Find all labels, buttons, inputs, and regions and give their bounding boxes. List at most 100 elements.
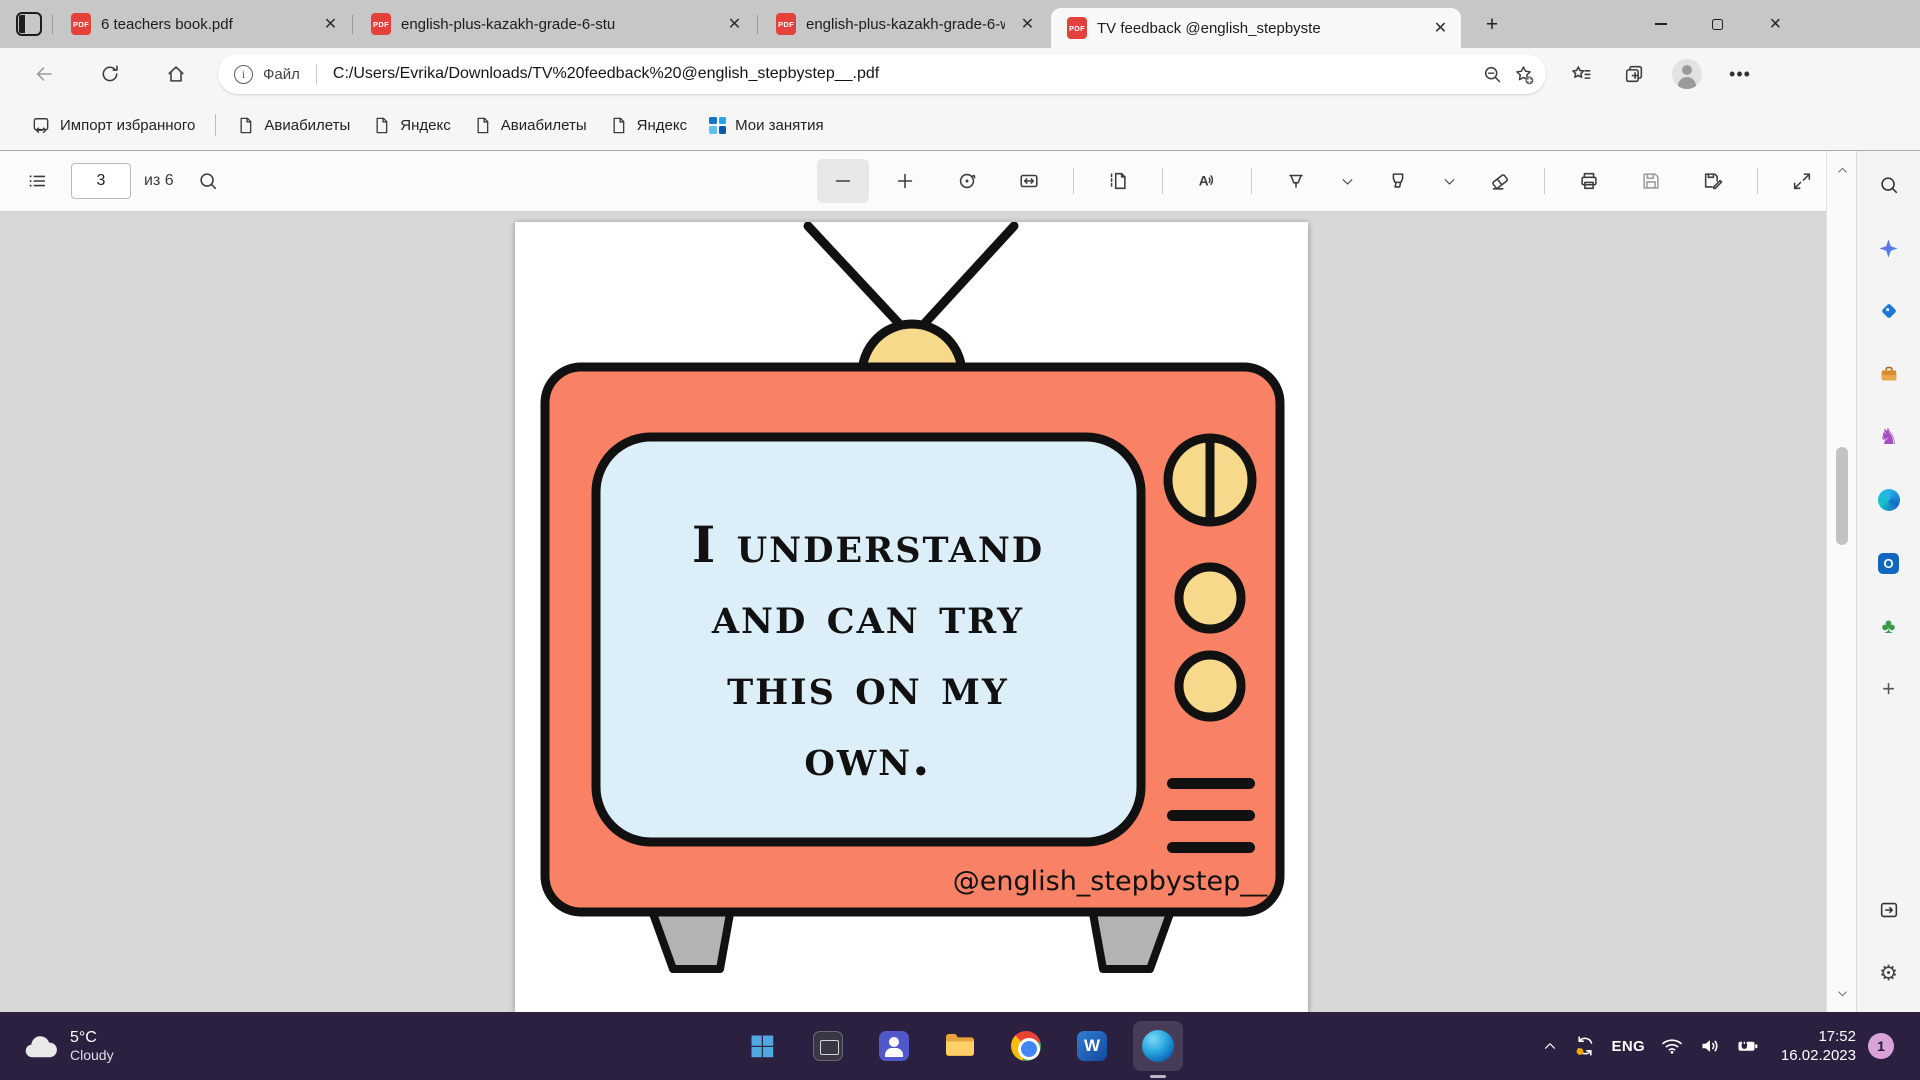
tab-4-active[interactable]: PDF TV feedback @english_stepbyste ✕ xyxy=(1051,8,1461,48)
bookmark-item[interactable]: Авиабилеты xyxy=(462,109,598,142)
tab-close-icon[interactable]: ✕ xyxy=(318,12,343,37)
weather-condition: Cloudy xyxy=(70,1047,114,1064)
taskbar-app-dark-window[interactable] xyxy=(803,1021,853,1071)
sidebar-games-button[interactable]: ♞ xyxy=(1877,425,1901,449)
page-info-icon[interactable]: i xyxy=(234,65,253,84)
tab-1[interactable]: PDF 6 teachers book.pdf ✕ xyxy=(55,0,351,48)
rotate-button[interactable] xyxy=(941,159,993,203)
refresh-button[interactable] xyxy=(88,54,132,94)
sidebar-outlook-button[interactable]: O xyxy=(1877,551,1901,575)
sidebar-tools-button[interactable] xyxy=(1877,488,1901,512)
back-button[interactable] xyxy=(22,54,66,94)
chess-knight-icon: ♞ xyxy=(1879,426,1899,448)
start-button[interactable] xyxy=(737,1021,787,1071)
sidebar-shopping-button[interactable] xyxy=(1877,299,1901,323)
sidebar-add-button[interactable]: + xyxy=(1877,677,1901,701)
profile-button[interactable] xyxy=(1667,54,1707,94)
bookmark-item[interactable]: Яндекс xyxy=(598,109,698,142)
window-close-button[interactable]: × xyxy=(1747,0,1804,48)
toolbar-divider xyxy=(1073,168,1074,194)
table-of-contents-button[interactable] xyxy=(16,159,58,203)
draw-button[interactable] xyxy=(1270,159,1322,203)
pdf-toolbar: 3 из 6 A xyxy=(0,151,1826,212)
url-divider xyxy=(316,64,317,84)
scroll-down-button[interactable] xyxy=(1827,978,1857,1008)
erase-button[interactable] xyxy=(1474,159,1526,203)
widgets-weather-button[interactable]: 5°C Cloudy xyxy=(12,1012,124,1080)
back-arrow-icon xyxy=(33,63,55,85)
add-favorite-icon[interactable] xyxy=(1513,64,1534,85)
sidebar-tree-app-button[interactable]: ♣ xyxy=(1877,614,1901,638)
window-controls: × xyxy=(1632,0,1804,48)
zoom-in-button[interactable] xyxy=(879,159,931,203)
sidebar-panel-button[interactable] xyxy=(1877,898,1901,922)
tab-close-icon[interactable]: ✕ xyxy=(1015,12,1040,37)
window-minimize-button[interactable] xyxy=(1632,0,1689,48)
save-as-button[interactable] xyxy=(1687,159,1739,203)
cloud-icon xyxy=(22,1032,60,1060)
pdf-search-button[interactable] xyxy=(187,159,229,203)
dark-app-icon xyxy=(813,1031,843,1061)
new-tab-button[interactable]: + xyxy=(1478,12,1506,38)
tab-3[interactable]: PDF english-plus-kazakh-grade-6-wo ✕ xyxy=(760,0,1048,48)
tray-show-hidden-button[interactable] xyxy=(1534,1026,1566,1066)
draw-options-button[interactable] xyxy=(1332,159,1362,203)
window-maximize-button[interactable] xyxy=(1689,0,1746,48)
sidebar-settings-button[interactable]: ⚙ xyxy=(1877,961,1901,985)
taskbar-app-chrome[interactable] xyxy=(1001,1021,1051,1071)
battery-button[interactable] xyxy=(1729,1026,1767,1066)
tray-sync-button[interactable] xyxy=(1566,1026,1604,1066)
sidebar-office-button[interactable] xyxy=(1877,362,1901,386)
notification-count-badge[interactable]: 1 xyxy=(1868,1033,1894,1059)
blue-swirl-icon xyxy=(1878,489,1900,511)
save-button[interactable] xyxy=(1625,159,1677,203)
tab-divider xyxy=(52,15,53,34)
wifi-button[interactable] xyxy=(1653,1026,1691,1066)
read-aloud-button[interactable]: A xyxy=(1181,159,1233,203)
toolbar-divider xyxy=(1162,168,1163,194)
tab-close-icon[interactable]: ✕ xyxy=(1428,16,1453,41)
page-icon xyxy=(236,116,255,135)
volume-button[interactable] xyxy=(1691,1026,1729,1066)
url-text[interactable]: C:/Users/Evrika/Downloads/TV%20feedback%… xyxy=(333,65,1472,83)
copilot-sparkle-icon xyxy=(1877,237,1900,260)
taskbar-app-edge-active[interactable] xyxy=(1133,1021,1183,1071)
taskbar-app-explorer[interactable] xyxy=(935,1021,985,1071)
page-number-input[interactable]: 3 xyxy=(71,163,131,199)
tab-2[interactable]: PDF english-plus-kazakh-grade-6-stu ✕ xyxy=(355,0,755,48)
page-view-button[interactable] xyxy=(1092,159,1144,203)
screen-text-line: I understand xyxy=(692,515,1044,574)
favorites-button[interactable] xyxy=(1561,54,1601,94)
highlight-button[interactable] xyxy=(1372,159,1424,203)
zoom-out-button[interactable] xyxy=(817,159,869,203)
collections-button[interactable] xyxy=(1614,54,1654,94)
scroll-down-icon xyxy=(1836,987,1849,1000)
taskbar-app-teams[interactable] xyxy=(869,1021,919,1071)
scroll-up-icon xyxy=(1836,164,1849,177)
taskbar-clock[interactable]: 17:52 16.02.2023 xyxy=(1781,1027,1856,1065)
sidebar-copilot-button[interactable] xyxy=(1877,236,1901,260)
bookmark-item[interactable]: Авиабилеты xyxy=(225,109,361,142)
print-button[interactable] xyxy=(1563,159,1615,203)
taskbar-app-word[interactable]: W xyxy=(1067,1021,1117,1071)
address-bar[interactable]: i Файл C:/Users/Evrika/Downloads/TV%20fe… xyxy=(218,54,1546,94)
bookmark-import-favorites[interactable]: Импорт избранного xyxy=(20,108,206,142)
bookmark-item[interactable]: Яндекс xyxy=(361,109,461,142)
fullscreen-button[interactable] xyxy=(1776,159,1828,203)
collections-icon xyxy=(1623,63,1645,85)
fit-to-width-button[interactable] xyxy=(1003,159,1055,203)
home-button[interactable] xyxy=(154,54,198,94)
tab-workspaces-icon[interactable] xyxy=(16,12,42,36)
tab-close-icon[interactable]: ✕ xyxy=(722,12,747,37)
bookmark-item-moi-zanyatiya[interactable]: Мои занятия xyxy=(698,110,835,141)
scroll-up-button[interactable] xyxy=(1827,155,1857,185)
zoom-out-page-icon[interactable] xyxy=(1482,64,1503,85)
sidebar-search-button[interactable] xyxy=(1877,173,1901,197)
language-indicator[interactable]: ENG xyxy=(1612,1038,1645,1055)
tab-title: TV feedback @english_stepbyste xyxy=(1097,20,1418,37)
scrollbar-thumb[interactable] xyxy=(1836,447,1848,545)
settings-menu-button[interactable]: ••• xyxy=(1720,54,1760,94)
highlight-options-button[interactable] xyxy=(1434,159,1464,203)
date-text: 16.02.2023 xyxy=(1781,1046,1856,1065)
svg-text:A: A xyxy=(1199,174,1209,189)
